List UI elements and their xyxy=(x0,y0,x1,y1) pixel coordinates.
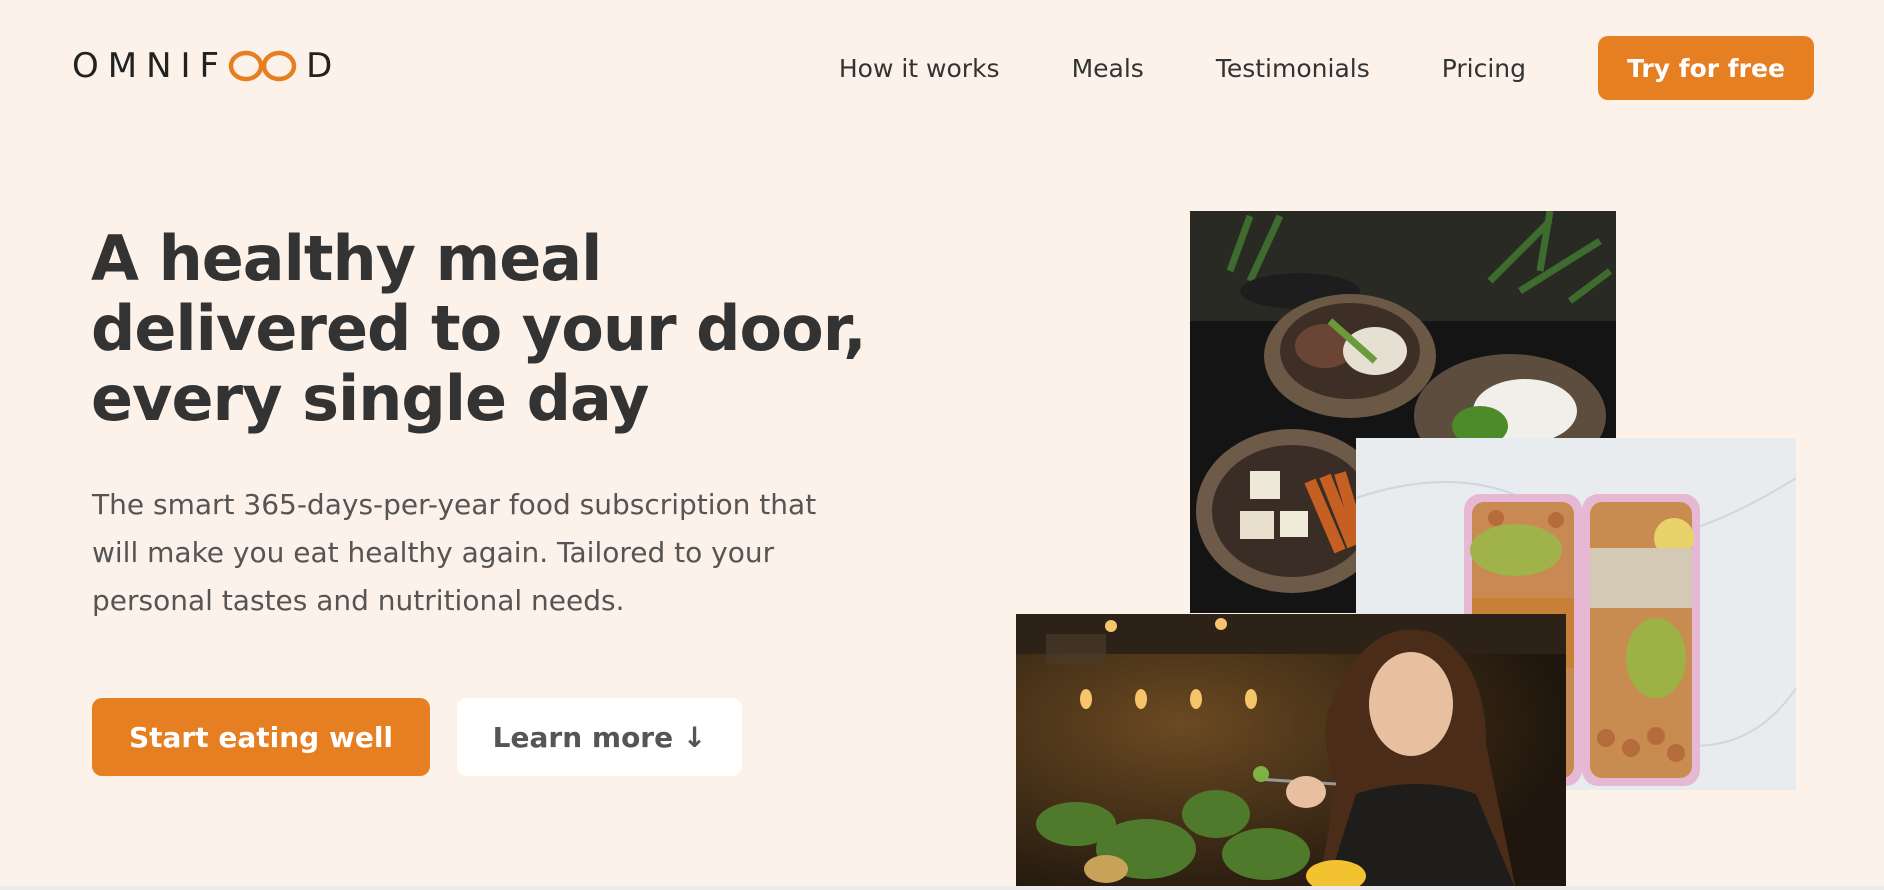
hero-image-woman-eating xyxy=(1016,614,1566,890)
nav-link-testimonials[interactable]: Testimonials xyxy=(1216,54,1370,83)
logo-suffix: D xyxy=(306,46,333,86)
nav-link-meals[interactable]: Meals xyxy=(1072,54,1144,83)
try-for-free-button[interactable]: Try for free xyxy=(1598,36,1814,100)
logo-prefix: OMNIF xyxy=(72,46,229,86)
logo[interactable]: OMNIF D xyxy=(72,44,332,88)
nav-link-pricing[interactable]: Pricing xyxy=(1442,54,1526,83)
main-nav: How it works Meals Testimonials Pricing … xyxy=(839,36,1814,100)
site-header: OMNIF D How it works Meals Testimonials … xyxy=(0,0,1884,134)
learn-more-button[interactable]: Learn more ↓ xyxy=(457,698,742,776)
nav-link-how-it-works[interactable]: How it works xyxy=(839,54,1000,83)
hero-description: The smart 365-days-per-year food subscri… xyxy=(92,488,817,617)
page: OMNIF D How it works Meals Testimonials … xyxy=(0,0,1884,890)
hero-headline: A healthy meal delivered to your door, e… xyxy=(91,222,867,435)
bottom-divider xyxy=(0,886,1884,890)
start-eating-well-button[interactable]: Start eating well xyxy=(92,698,430,776)
logo-infinity-icon xyxy=(228,50,297,82)
